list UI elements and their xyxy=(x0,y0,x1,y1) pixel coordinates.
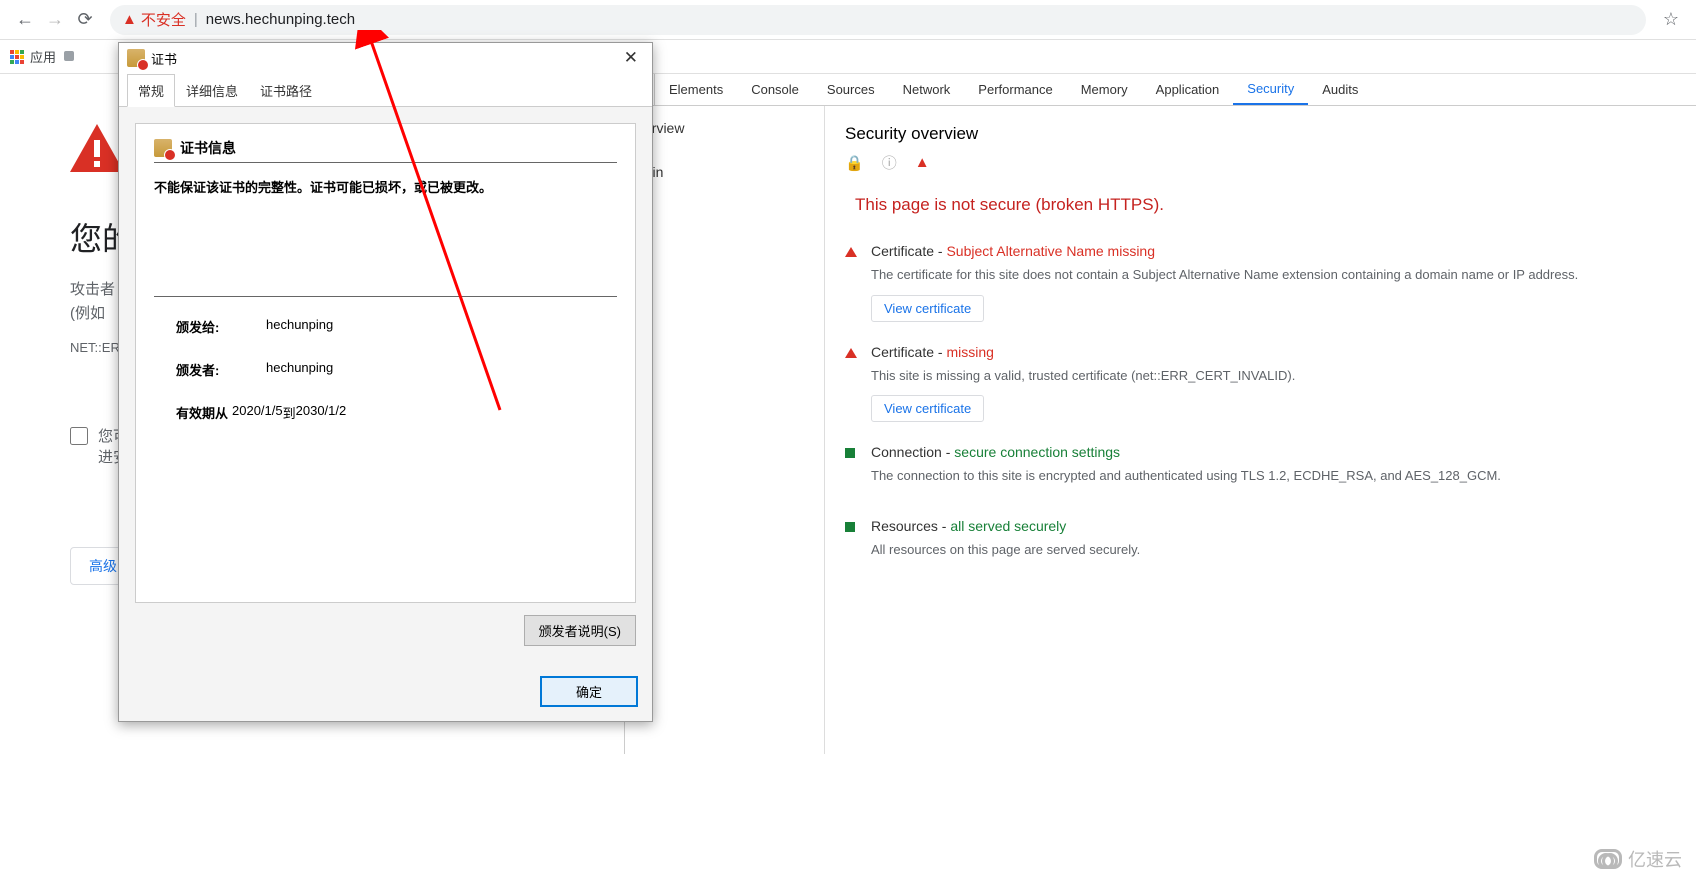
secure-square-icon xyxy=(845,448,855,496)
security-item-title: Resources - all served securely xyxy=(871,518,1676,534)
secure-square-icon xyxy=(845,522,855,570)
cert-dialog-footer: 确定 xyxy=(119,662,652,721)
valid-to: 2030/1/2 xyxy=(296,403,347,422)
certificate-icon xyxy=(127,49,145,67)
tab-performance[interactable]: Performance xyxy=(964,74,1066,105)
certificate-icon xyxy=(154,139,172,157)
apps-label: 应用 xyxy=(30,47,56,66)
cert-info-heading: 证书信息 xyxy=(154,138,617,163)
tab-console[interactable]: Console xyxy=(737,74,813,105)
close-button[interactable]: ✕ xyxy=(618,46,644,70)
watermark-label: 亿速云 xyxy=(1628,846,1682,872)
security-item: Certificate - Subject Alternative Name m… xyxy=(845,243,1676,322)
tab-memory[interactable]: Memory xyxy=(1067,74,1142,105)
cert-dialog-body: 证书信息 不能保证该证书的完整性。证书可能已损坏，或已被更改。 颁发给: hec… xyxy=(119,107,652,662)
valid-from: 2020/1/5 xyxy=(232,403,283,422)
tab-elements[interactable]: Elements xyxy=(655,74,737,105)
issued-to-value: hechunping xyxy=(266,317,333,336)
security-item: Connection - secure connection settings T… xyxy=(845,444,1676,496)
watermark: 亿速云 xyxy=(1594,846,1682,872)
security-item-desc: The certificate for this site does not c… xyxy=(871,265,1676,285)
cert-dialog-tabs: 常规 详细信息 证书路径 xyxy=(119,73,652,107)
apps-grid-icon xyxy=(10,50,24,64)
view-certificate-button[interactable]: View certificate xyxy=(871,395,984,422)
validity-row: 有效期从 2020/1/5 到 2030/1/2 xyxy=(154,397,617,440)
validity-label: 有效期从 xyxy=(176,403,228,422)
valid-to-word: 到 xyxy=(283,403,296,422)
warning-triangle-icon xyxy=(845,348,855,423)
info-icon: ⓘ xyxy=(882,152,897,173)
security-item-title: Certificate - Subject Alternative Name m… xyxy=(871,243,1676,259)
browser-toolbar: ← → ⟳ ▲ 不安全 | news.hechunping.tech ☆ xyxy=(0,0,1696,40)
cert-tab-general[interactable]: 常规 xyxy=(127,74,175,107)
tab-application[interactable]: Application xyxy=(1142,74,1234,105)
sidebar-overview[interactable]: verview xyxy=(637,116,812,140)
cert-tab-details[interactable]: 详细信息 xyxy=(175,74,249,107)
issued-to-label: 颁发给: xyxy=(176,317,246,336)
security-overview-heading: Security overview xyxy=(845,124,1676,144)
issued-to-row: 颁发给: hechunping xyxy=(154,311,617,354)
security-item: Resources - all served securely All resou… xyxy=(845,518,1676,570)
address-bar[interactable]: ▲ 不安全 | news.hechunping.tech xyxy=(110,5,1646,35)
security-sidebar: verview rigin xyxy=(625,106,825,754)
devtools-body: verview rigin Security overview 🔒 ⓘ ▲ Th… xyxy=(625,106,1696,754)
security-item-desc: This site is missing a valid, trusted ce… xyxy=(871,366,1676,386)
issued-by-label: 颁发者: xyxy=(176,360,246,379)
sidebar-origin[interactable]: rigin xyxy=(637,160,812,184)
certificate-dialog: 证书 ✕ 常规 详细信息 证书路径 证书信息 不能保证该证书的完整性。证书可能已… xyxy=(118,42,653,722)
lock-icon: 🔒 xyxy=(845,154,864,172)
warning-triangle-icon xyxy=(845,247,855,322)
security-status-icons: 🔒 ⓘ ▲ xyxy=(845,152,1676,173)
reload-button[interactable]: ⟳ xyxy=(70,5,100,35)
security-item-title: Certificate - missing xyxy=(871,344,1676,360)
address-separator: | xyxy=(194,11,198,28)
apps-shortcut[interactable]: 应用 xyxy=(10,47,56,66)
report-checkbox[interactable] xyxy=(70,427,88,445)
bookmark-star-icon[interactable]: ☆ xyxy=(1656,9,1686,30)
devtools: Elements Console Sources Network Perform… xyxy=(624,74,1696,754)
watermark-icon xyxy=(1594,849,1622,869)
view-certificate-button[interactable]: View certificate xyxy=(871,295,984,322)
cert-dialog-titlebar[interactable]: 证书 ✕ xyxy=(119,43,652,73)
cert-dialog-title: 证书 xyxy=(151,49,177,68)
tab-audits[interactable]: Audits xyxy=(1308,74,1372,105)
tab-network[interactable]: Network xyxy=(889,74,965,105)
issued-by-row: 颁发者: hechunping xyxy=(154,354,617,397)
security-item-title: Connection - secure connection settings xyxy=(871,444,1676,460)
forward-button[interactable]: → xyxy=(40,5,70,35)
address-url: news.hechunping.tech xyxy=(206,11,355,28)
issued-by-value: hechunping xyxy=(266,360,333,379)
tab-security[interactable]: Security xyxy=(1233,74,1308,105)
cert-tab-path[interactable]: 证书路径 xyxy=(249,74,323,107)
security-panel: Security overview 🔒 ⓘ ▲ This page is not… xyxy=(825,106,1696,754)
security-item-desc: The connection to this site is encrypted… xyxy=(871,466,1676,486)
tab-sources[interactable]: Sources xyxy=(813,74,889,105)
not-secure-label: 不安全 xyxy=(141,9,186,30)
devtools-tabs: Elements Console Sources Network Perform… xyxy=(625,74,1696,106)
cert-info-group: 证书信息 不能保证该证书的完整性。证书可能已损坏，或已被更改。 颁发给: hec… xyxy=(135,123,636,603)
security-item-desc: All resources on this page are served se… xyxy=(871,540,1676,560)
issuer-statement-button[interactable]: 颁发者说明(S) xyxy=(524,615,636,646)
cert-warning-message: 不能保证该证书的完整性。证书可能已损坏，或已被更改。 xyxy=(154,177,617,196)
security-item: Certificate - missing This site is missin… xyxy=(845,344,1676,423)
back-button[interactable]: ← xyxy=(10,5,40,35)
page-security-status: This page is not secure (broken HTTPS). xyxy=(855,195,1676,215)
not-secure-indicator: ▲ 不安全 xyxy=(122,9,186,30)
warning-triangle-icon: ▲ xyxy=(122,11,137,28)
warning-triangle-icon: ▲ xyxy=(915,154,930,171)
cert-ok-button[interactable]: 确定 xyxy=(540,676,638,707)
